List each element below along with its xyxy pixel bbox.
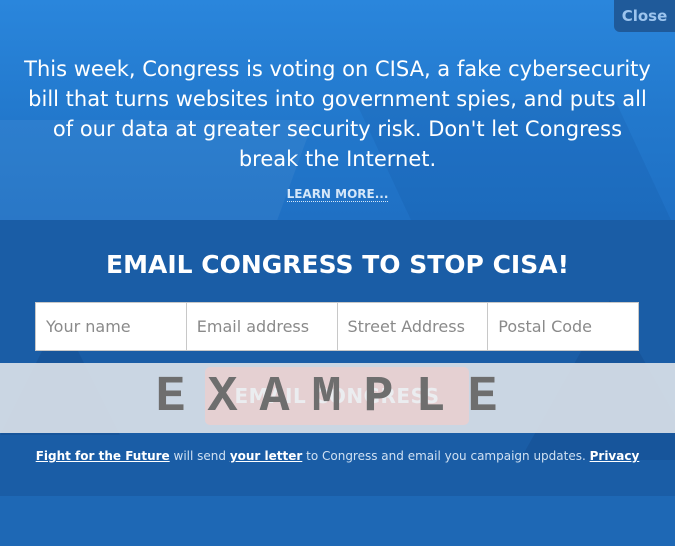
top-banner: Close This week, Congress is voting on C… — [0, 0, 675, 220]
email-field[interactable] — [186, 303, 338, 350]
fight-for-the-future-link[interactable]: Fight for the Future — [36, 449, 170, 463]
email-congress-button[interactable]: EMAIL CONGRESS — [205, 367, 469, 425]
disclaimer-text-part: to Congress and email you campaign updat… — [302, 449, 590, 463]
headline-text: This week, Congress is voting on CISA, a… — [24, 57, 651, 171]
disclaimer-text-part: will send — [169, 449, 230, 463]
close-button[interactable]: Close — [614, 0, 675, 32]
disclaimer-text: Fight for the Future will send your lett… — [0, 449, 675, 463]
form-title: EMAIL CONGRESS TO STOP CISA! — [106, 250, 569, 279]
learn-more-row: LEARN MORE... — [0, 183, 675, 202]
street-address-field[interactable] — [337, 303, 489, 350]
privacy-link[interactable]: Privacy — [590, 449, 640, 463]
form-fields — [35, 302, 639, 351]
email-form-section: EMAIL CONGRESS TO STOP CISA! EMAIL CONGR… — [0, 220, 675, 546]
your-letter-link[interactable]: your letter — [230, 449, 303, 463]
learn-more-link[interactable]: LEARN MORE... — [286, 187, 389, 202]
postal-code-field[interactable] — [488, 303, 638, 350]
name-field[interactable] — [36, 303, 187, 350]
footer-band — [0, 496, 675, 546]
